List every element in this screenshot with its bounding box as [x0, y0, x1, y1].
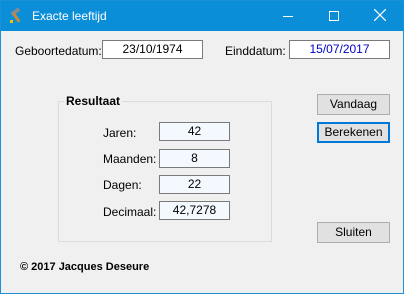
years-field[interactable]: 42 — [159, 122, 230, 141]
copyright-text: © 2017 Jacques Deseure — [20, 261, 150, 273]
minimize-button[interactable] — [265, 1, 311, 31]
days-field[interactable]: 22 — [159, 175, 230, 194]
months-label: Maanden: — [103, 152, 157, 166]
result-title: Resultaat — [64, 94, 123, 108]
minimize-icon — [283, 16, 293, 17]
decimal-field[interactable]: 42,7278 — [159, 201, 230, 220]
months-field[interactable]: 8 — [159, 149, 230, 168]
today-button[interactable]: Vandaag — [317, 94, 390, 115]
close-icon — [374, 9, 386, 21]
title-bar[interactable]: Exacte leeftijd — [1, 1, 403, 31]
end-date-field[interactable]: 15/07/2017 — [289, 40, 390, 59]
hammer-icon — [10, 8, 21, 23]
years-label: Jaren: — [103, 126, 137, 140]
window-title: Exacte leeftijd — [32, 9, 107, 23]
maximize-icon — [329, 11, 339, 21]
close-window-button[interactable] — [357, 1, 403, 31]
maximize-button[interactable] — [311, 1, 357, 31]
decimal-label: Decimaal: — [103, 205, 157, 219]
birth-date-field[interactable]: 23/10/1974 — [102, 40, 203, 59]
days-label: Dagen: — [103, 178, 142, 192]
app-window: Exacte leeftijd Geboortedatum: 23/10/197… — [0, 0, 404, 294]
birth-date-label: Geboortedatum: — [15, 44, 102, 58]
close-button[interactable]: Sluiten — [317, 222, 390, 243]
calculate-button[interactable]: Berekenen — [317, 122, 390, 143]
end-date-label: Einddatum: — [225, 44, 286, 58]
